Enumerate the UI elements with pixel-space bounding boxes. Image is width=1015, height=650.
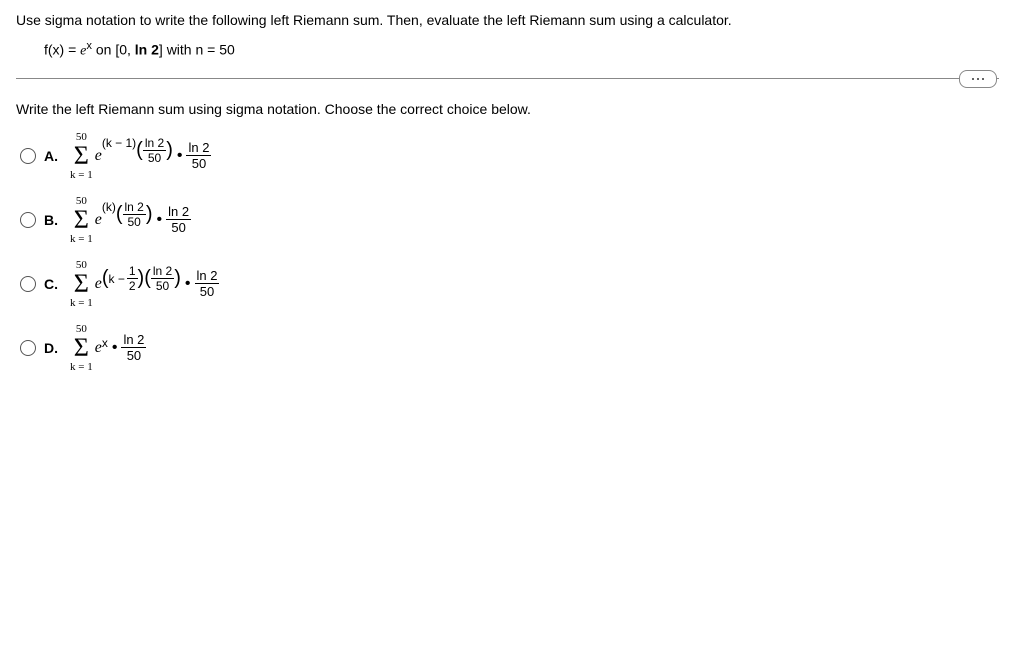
option-b-label: B. — [44, 212, 62, 228]
given-function: f(x) = ex on [0, ln 2] with n = 50 — [44, 40, 999, 60]
option-b-math: 50 Σ k = 1 e (k) ( ln 250 ) • ln 250 — [70, 195, 191, 245]
radio-a[interactable] — [20, 148, 36, 164]
multiply-dot: • — [185, 276, 191, 292]
option-c-row: C. 50 Σ k = 1 e ( k − 12 ) — [20, 259, 999, 309]
multiply-dot: • — [177, 148, 183, 164]
radio-c[interactable] — [20, 276, 36, 292]
question-text: Use sigma notation to write the followin… — [16, 12, 999, 28]
option-c-label: C. — [44, 276, 62, 292]
option-d-row: D. 50 Σ k = 1 e x • ln 250 — [20, 323, 999, 373]
sub-question: Write the left Riemann sum using sigma n… — [16, 101, 999, 117]
option-d-math: 50 Σ k = 1 e x • ln 250 — [70, 323, 146, 373]
multiply-dot: • — [112, 340, 118, 356]
option-a-math: 50 Σ k = 1 e (k − 1) ( ln 250 ) • ln 250 — [70, 131, 211, 181]
option-a-label: A. — [44, 148, 62, 164]
option-a-row: A. 50 Σ k = 1 e (k − 1) ( ln 250 ) • — [20, 131, 999, 181]
more-options-icon[interactable] — [959, 70, 997, 88]
multiply-dot: • — [157, 212, 163, 228]
option-c-math: 50 Σ k = 1 e ( k − 12 ) ( — [70, 259, 219, 309]
radio-d[interactable] — [20, 340, 36, 356]
radio-b[interactable] — [20, 212, 36, 228]
option-b-row: B. 50 Σ k = 1 e (k) ( ln 250 ) • ln 2 — [20, 195, 999, 245]
divider — [16, 78, 999, 79]
divider-wrap — [16, 78, 999, 79]
option-d-label: D. — [44, 340, 62, 356]
